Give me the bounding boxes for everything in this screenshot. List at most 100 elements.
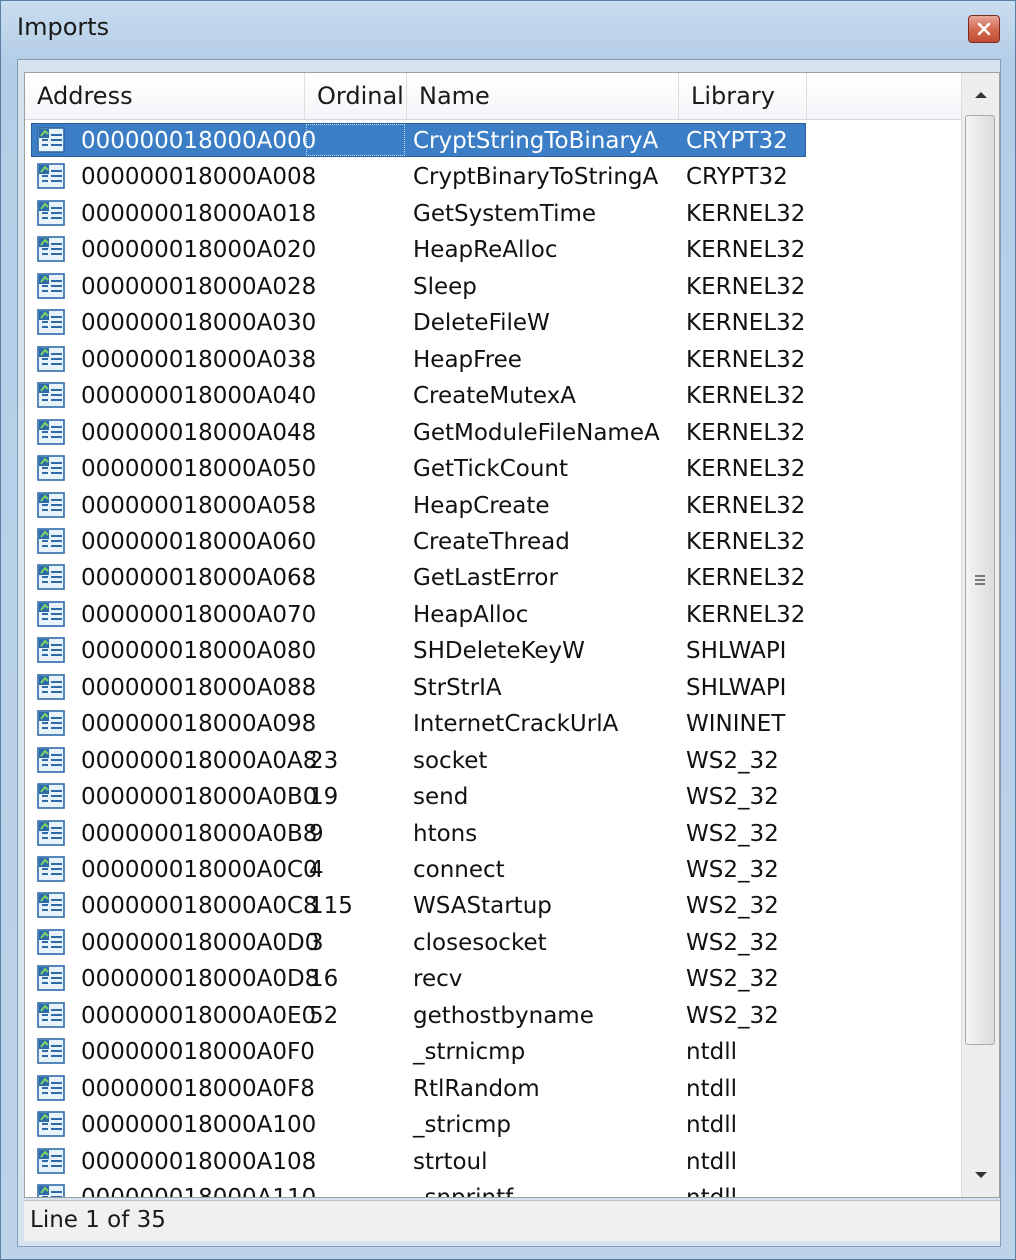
name-cell: GetTickCount xyxy=(413,456,568,482)
name-cell: gethostbyname xyxy=(413,1003,594,1029)
address-cell: 000000018000A008 xyxy=(81,164,317,190)
table-row[interactable]: 000000018000A0B0 19 send WS2_32 xyxy=(25,779,961,815)
table-row[interactable]: 000000018000A070 HeapAlloc KERNEL32 xyxy=(25,597,961,633)
table-row[interactable]: 000000018000A0F8 RtlRandom ntdll xyxy=(25,1071,961,1107)
library-cell: KERNEL32 xyxy=(686,347,806,373)
import-function-icon xyxy=(37,965,65,991)
table-row[interactable]: 000000018000A0D0 3 closesocket WS2_32 xyxy=(25,925,961,961)
column-header-filler xyxy=(807,73,961,119)
import-function-icon xyxy=(37,528,65,554)
name-cell: GetLastError xyxy=(413,565,558,591)
address-cell: 000000018000A068 xyxy=(81,565,317,591)
address-cell: 000000018000A028 xyxy=(81,274,317,300)
table-row[interactable]: 000000018000A0C0 4 connect WS2_32 xyxy=(25,852,961,888)
column-header-ordinal[interactable]: Ordinal xyxy=(305,73,407,119)
import-function-icon xyxy=(37,382,65,408)
scroll-thumb[interactable] xyxy=(965,115,995,1045)
import-function-icon xyxy=(37,419,65,445)
name-cell: _stricmp xyxy=(413,1112,511,1138)
ordinal-cell: 23 xyxy=(309,748,339,774)
table-row[interactable]: 000000018000A030 DeleteFileW KERNEL32 xyxy=(25,305,961,341)
table-row[interactable]: 000000018000A0D8 16 recv WS2_32 xyxy=(25,961,961,997)
ordinal-cell: 52 xyxy=(309,1003,339,1029)
library-cell: KERNEL32 xyxy=(686,274,806,300)
table-row[interactable]: 000000018000A058 HeapCreate KERNEL32 xyxy=(25,488,961,524)
address-cell: 000000018000A108 xyxy=(81,1149,317,1175)
scroll-up-arrow-icon xyxy=(975,92,987,98)
table-row[interactable]: 000000018000A068 GetLastError KERNEL32 xyxy=(25,560,961,596)
library-cell: WS2_32 xyxy=(686,821,779,847)
import-function-icon xyxy=(37,1038,65,1064)
address-cell: 000000018000A038 xyxy=(81,347,317,373)
import-function-icon xyxy=(37,710,65,736)
name-cell: connect xyxy=(413,857,505,883)
name-cell: CryptBinaryToStringA xyxy=(413,164,659,190)
import-function-icon xyxy=(37,1184,65,1197)
import-function-icon xyxy=(37,492,65,518)
table-row[interactable]: 000000018000A0B8 9 htons WS2_32 xyxy=(25,816,961,852)
ordinal-cell: 115 xyxy=(309,893,353,919)
address-cell: 000000018000A088 xyxy=(81,675,317,701)
name-cell: HeapAlloc xyxy=(413,602,529,628)
table-row[interactable]: 000000018000A0E0 52 gethostbyname WS2_32 xyxy=(25,998,961,1034)
address-cell: 000000018000A0B8 xyxy=(81,821,318,847)
vertical-scrollbar[interactable] xyxy=(961,73,999,1197)
name-cell: SHDeleteKeyW xyxy=(413,638,585,664)
table-row[interactable]: 000000018000A020 HeapReAlloc KERNEL32 xyxy=(25,232,961,268)
scroll-up-button[interactable] xyxy=(964,77,998,113)
library-cell: WS2_32 xyxy=(686,1003,779,1029)
table-row[interactable]: 000000018000A038 HeapFree KERNEL32 xyxy=(25,342,961,378)
table-row[interactable]: 000000018000A088 StrStrIA SHLWAPI xyxy=(25,670,961,706)
close-button[interactable] xyxy=(968,15,1000,43)
address-cell: 000000018000A0A8 xyxy=(81,748,318,774)
column-header-library[interactable]: Library xyxy=(679,73,807,119)
import-function-icon xyxy=(37,273,65,299)
table-row[interactable]: 000000018000A080 SHDeleteKeyW SHLWAPI xyxy=(25,633,961,669)
table-row[interactable]: 000000018000A110 _snprintf ntdll xyxy=(25,1180,961,1197)
address-cell: 000000018000A000 xyxy=(81,128,317,154)
library-cell: WS2_32 xyxy=(686,966,779,992)
library-cell: SHLWAPI xyxy=(686,675,787,701)
column-header-address[interactable]: Address xyxy=(25,73,305,119)
scroll-down-button[interactable] xyxy=(964,1157,998,1193)
name-cell: InternetCrackUrlA xyxy=(413,711,619,737)
table-row[interactable]: 000000018000A098 InternetCrackUrlA WININET xyxy=(25,706,961,742)
table-row[interactable]: 000000018000A048 GetModuleFileNameA KERNEL… xyxy=(25,415,961,451)
imports-list[interactable]: Address Ordinal Name Library 00000001800… xyxy=(24,72,1000,1198)
library-cell: KERNEL32 xyxy=(686,237,806,263)
address-cell: 000000018000A048 xyxy=(81,420,317,446)
library-cell: KERNEL32 xyxy=(686,456,806,482)
library-cell: KERNEL32 xyxy=(686,565,806,591)
import-function-icon xyxy=(37,564,65,590)
library-cell: WS2_32 xyxy=(686,784,779,810)
library-cell: KERNEL32 xyxy=(686,201,806,227)
table-row[interactable]: 000000018000A040 CreateMutexA KERNEL32 xyxy=(25,378,961,414)
column-header-name[interactable]: Name xyxy=(407,73,679,119)
table-row[interactable]: 000000018000A050 GetTickCount KERNEL32 xyxy=(25,451,961,487)
table-row[interactable]: 000000018000A018 GetSystemTime KERNEL32 xyxy=(25,196,961,232)
table-row[interactable]: 000000018000A000 CryptStringToBinaryA CRYP… xyxy=(25,123,961,159)
table-row[interactable]: 000000018000A060 CreateThread KERNEL32 xyxy=(25,524,961,560)
library-cell: WS2_32 xyxy=(686,930,779,956)
column-header: Address Ordinal Name Library xyxy=(25,73,961,120)
library-cell: KERNEL32 xyxy=(686,602,806,628)
import-function-icon xyxy=(37,1111,65,1137)
name-cell: HeapFree xyxy=(413,347,522,373)
table-row[interactable]: 000000018000A0A8 23 socket WS2_32 xyxy=(25,743,961,779)
table-row[interactable]: 000000018000A0F0 _strnicmp ntdll xyxy=(25,1034,961,1070)
library-cell: ntdll xyxy=(686,1039,737,1065)
table-row[interactable]: 000000018000A008 CryptBinaryToStringA CRYP… xyxy=(25,159,961,195)
import-function-icon xyxy=(37,236,65,262)
status-bar: Line 1 of 35 xyxy=(24,1200,1000,1241)
library-cell: WININET xyxy=(686,711,786,737)
table-row[interactable]: 000000018000A100 _stricmp ntdll xyxy=(25,1107,961,1143)
import-function-icon xyxy=(37,674,65,700)
table-row[interactable]: 000000018000A0C8 115 WSAStartup WS2_32 xyxy=(25,888,961,924)
table-row[interactable]: 000000018000A108 strtoul ntdll xyxy=(25,1144,961,1180)
name-cell: CreateThread xyxy=(413,529,570,555)
address-cell: 000000018000A0D0 xyxy=(81,930,320,956)
window-title: Imports xyxy=(17,13,110,41)
address-cell: 000000018000A098 xyxy=(81,711,317,737)
import-function-icon xyxy=(37,601,65,627)
table-row[interactable]: 000000018000A028 Sleep KERNEL32 xyxy=(25,269,961,305)
